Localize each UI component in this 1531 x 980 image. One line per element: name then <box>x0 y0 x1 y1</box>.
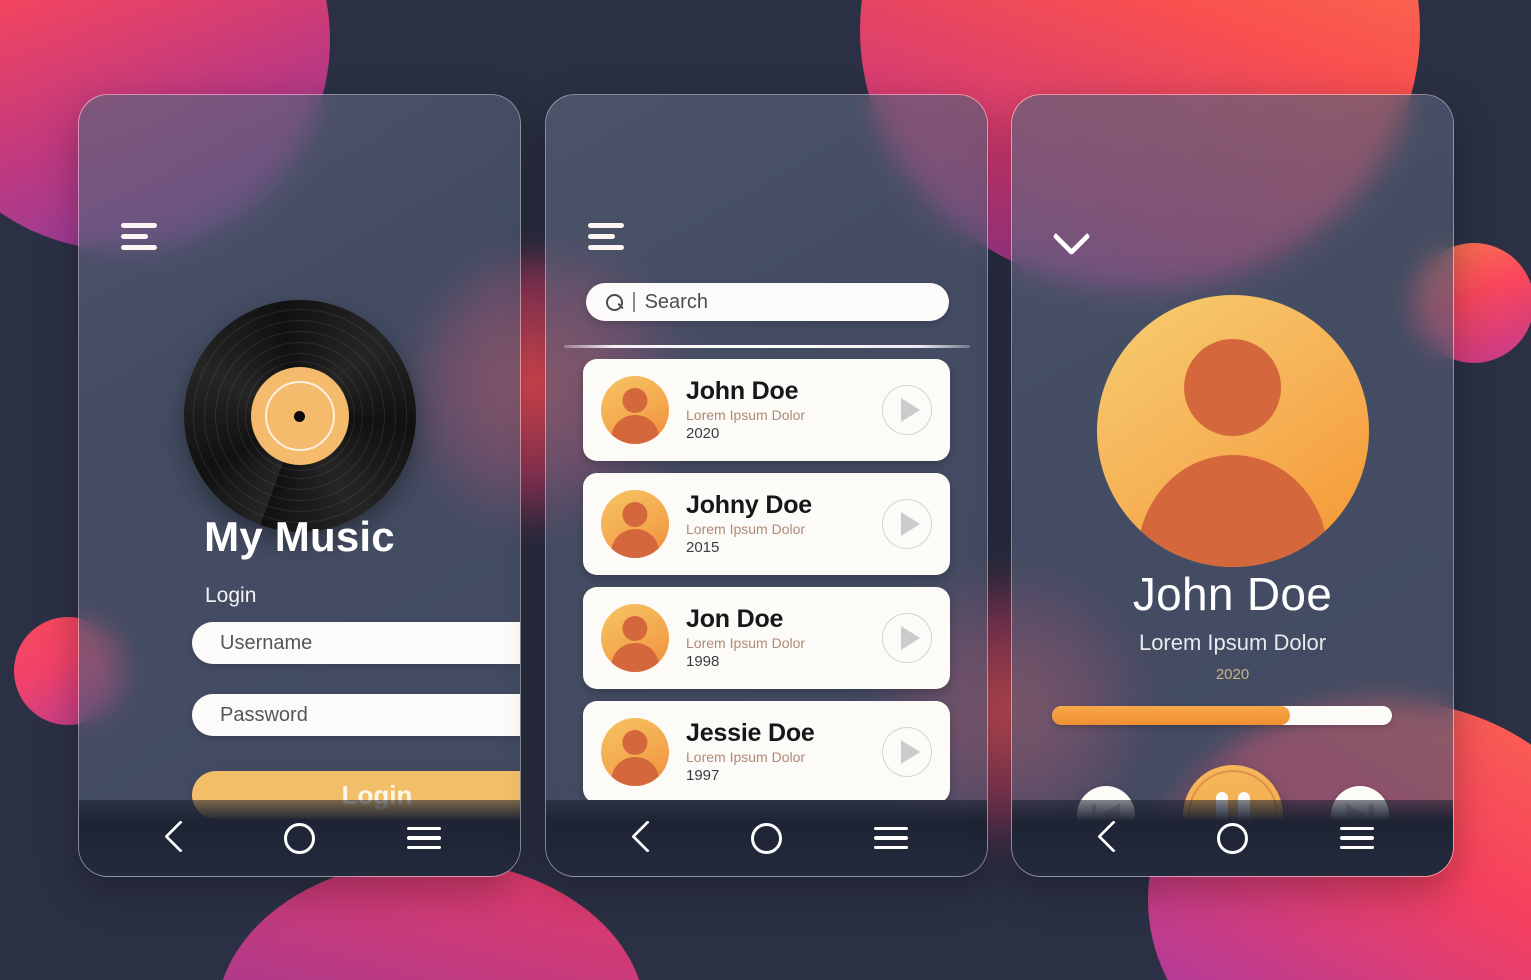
track-year: 1997 <box>686 767 720 785</box>
track-subtitle: Lorem Ipsum Dolor <box>686 521 806 538</box>
system-navigation-bar-player <box>1012 800 1453 876</box>
play-icon[interactable] <box>882 727 932 777</box>
chevron-down-icon[interactable] <box>1052 223 1092 249</box>
nav-home-button[interactable] <box>276 815 322 861</box>
username-input[interactable]: Username <box>192 622 520 664</box>
app-title: My Music <box>204 513 395 560</box>
nav-home-button[interactable] <box>1209 815 1255 861</box>
player-screen-content: John Doe Lorem Ipsum Dolor 2020 <box>1012 95 1453 876</box>
track-name: Jon Doe <box>686 604 784 633</box>
track-name: Johny Doe <box>686 490 812 519</box>
text-cursor <box>633 292 635 312</box>
search-icon <box>606 293 623 311</box>
user-avatar-icon <box>601 376 669 444</box>
play-icon[interactable] <box>882 499 932 549</box>
progress-slider[interactable] <box>1052 706 1392 725</box>
system-navigation-bar-login <box>79 800 520 876</box>
vinyl-record-icon <box>183 300 416 532</box>
track-year: 2020 <box>686 425 720 443</box>
list-screen-content: Search John Doe Lorem Ipsum Dolor 2020 J… <box>546 95 987 876</box>
nav-recents-button[interactable] <box>1334 815 1380 861</box>
track-list-item[interactable]: John Doe Lorem Ipsum Dolor 2020 <box>583 359 950 461</box>
now-playing-title: John Doe <box>1132 568 1333 620</box>
nav-recents-button[interactable] <box>868 815 914 861</box>
background-blob-bottom-left <box>216 860 646 980</box>
play-icon[interactable] <box>882 613 932 663</box>
login-screen-content: My Music Login Username Password Login S… <box>79 95 520 876</box>
nav-back-button[interactable] <box>619 815 665 861</box>
track-subtitle: Lorem Ipsum Dolor <box>686 635 806 652</box>
track-name: John Doe <box>686 376 799 405</box>
phone-screen-player: John Doe Lorem Ipsum Dolor 2020 <box>1011 94 1454 877</box>
hamburger-menu-icon[interactable] <box>121 223 157 250</box>
nav-back-button[interactable] <box>1085 815 1131 861</box>
user-avatar-icon <box>1096 295 1369 567</box>
track-year: 2015 <box>686 539 720 557</box>
now-playing-year: 2020 <box>1215 666 1250 683</box>
nav-recents-button[interactable] <box>401 815 447 861</box>
user-avatar-icon <box>601 490 669 558</box>
nav-back-button[interactable] <box>152 815 198 861</box>
password-input[interactable]: Password <box>192 694 520 736</box>
vinyl-center-label <box>250 367 349 465</box>
track-name: Jessie Doe <box>686 718 815 747</box>
user-avatar-icon <box>601 604 669 672</box>
play-icon[interactable] <box>882 385 932 435</box>
hamburger-menu-icon[interactable] <box>588 223 624 250</box>
section-divider <box>564 345 970 348</box>
track-subtitle: Lorem Ipsum Dolor <box>686 407 806 424</box>
phone-screen-list: Search John Doe Lorem Ipsum Dolor 2020 J… <box>545 94 988 877</box>
system-navigation-bar-list <box>546 800 987 876</box>
phone-screen-login: My Music Login Username Password Login S… <box>78 94 521 877</box>
progress-fill <box>1052 706 1290 725</box>
track-list-item[interactable]: Jessie Doe Lorem Ipsum Dolor 1997 <box>583 701 950 800</box>
user-avatar-icon <box>601 718 669 786</box>
track-list-item[interactable]: Johny Doe Lorem Ipsum Dolor 2015 <box>583 473 950 575</box>
login-section-label: Login <box>205 584 257 607</box>
search-input[interactable]: Search <box>586 283 949 321</box>
track-subtitle: Lorem Ipsum Dolor <box>686 749 806 766</box>
username-placeholder-text: Username <box>220 631 313 654</box>
nav-home-button[interactable] <box>743 815 789 861</box>
track-year: 1998 <box>686 653 720 671</box>
password-placeholder-text: Password <box>220 703 308 726</box>
track-list[interactable]: John Doe Lorem Ipsum Dolor 2020 Johny Do… <box>546 359 987 800</box>
track-list-item[interactable]: Jon Doe Lorem Ipsum Dolor 1998 <box>583 587 950 689</box>
now-playing-subtitle: Lorem Ipsum Dolor <box>1138 630 1327 655</box>
search-placeholder-text: Search <box>644 290 708 313</box>
